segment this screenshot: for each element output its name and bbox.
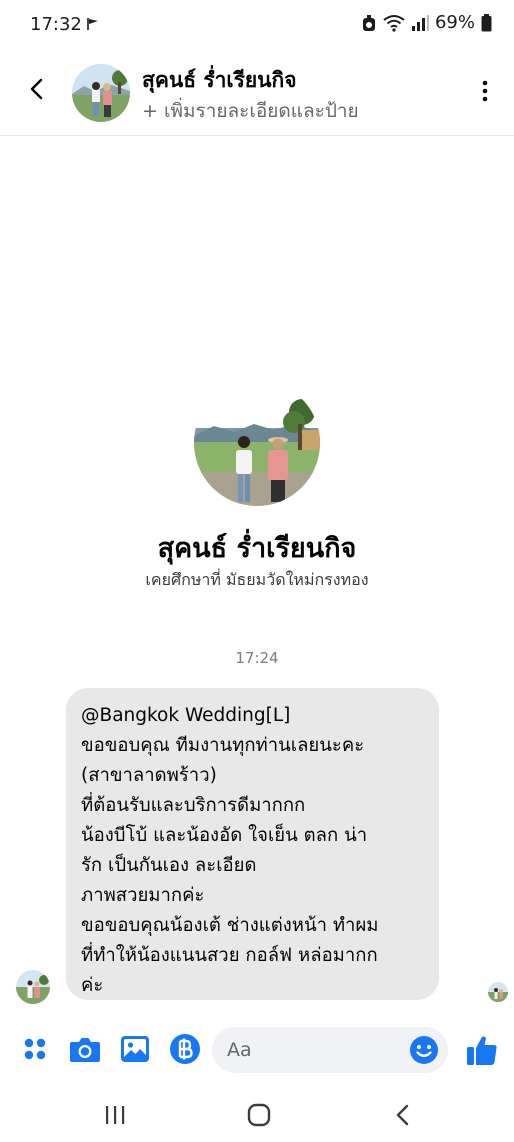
battery-icon: [481, 13, 492, 32]
like-button[interactable]: [462, 1030, 502, 1070]
wifi-icon: [383, 14, 405, 32]
header-avatar[interactable]: [72, 64, 130, 122]
message-bubble[interactable]: @Bangkok Wedding[L] ขอขอบคุณ ทีมงานทุกท่…: [66, 688, 439, 1000]
alarm-icon: [361, 14, 377, 32]
message-line: ที่ต้อนรับและบริการดีมากกก: [81, 795, 306, 816]
smiley-icon: [410, 1036, 438, 1064]
profile-name: สุคนธ์ ร่ำเรียนกิจ: [157, 533, 357, 564]
system-nav-bar: [0, 1082, 514, 1142]
baht-coin-icon: [170, 1034, 200, 1064]
more-vertical-icon: [482, 80, 488, 102]
message-line: ขอขอบคุณ ทีมงานทุกท่านเลยนะคะ: [81, 735, 365, 756]
more-actions-button[interactable]: [18, 1032, 52, 1066]
gallery-button[interactable]: [118, 1032, 152, 1066]
seen-indicator-avatar: [488, 982, 508, 1002]
more-options-button[interactable]: [472, 76, 498, 106]
image-icon: [121, 1036, 149, 1062]
message-line: (สาขาลาดพร้าว): [81, 765, 217, 786]
message-line: รัก เป็นกันเอง ละเอียด: [81, 855, 257, 876]
emoji-button[interactable]: [408, 1034, 440, 1066]
message-input[interactable]: Aa: [212, 1027, 448, 1073]
status-bar: 17:32 69%: [0, 0, 514, 52]
message-composer: Aa: [0, 1020, 514, 1080]
chat-header: สุคนธ์ ร่ำเรียนกิจ + เพิ่มรายละเอียดและป…: [0, 52, 514, 136]
message-timestamp: 17:24: [235, 649, 279, 667]
home-icon: [247, 1103, 271, 1127]
payment-button[interactable]: [168, 1032, 202, 1066]
message-line: น้องบีโบ้ และน้องอัด ใจเย็น ตลก น่า: [81, 825, 368, 846]
camera-icon: [70, 1038, 100, 1062]
chevron-left-icon: [30, 78, 43, 100]
back-button[interactable]: [22, 74, 52, 104]
message-line: ภาพสวยมากค่ะ: [81, 885, 205, 906]
sender-avatar[interactable]: [16, 970, 50, 1004]
flag-icon: [86, 16, 100, 30]
message-line: ขอขอบคุณน้องเต้ ช่างแต่งหน้า ทำผม: [81, 915, 379, 936]
back-icon: [396, 1104, 409, 1126]
recent-apps-button[interactable]: [100, 1100, 130, 1130]
message-line: ค่ะ: [81, 975, 104, 996]
profile-education: เคยศึกษาที่ มัธยมวัดใหม่กรงทอง: [145, 570, 369, 589]
battery-percent: 69%: [434, 12, 475, 33]
profile-avatar[interactable]: [194, 380, 320, 506]
recent-apps-icon: [106, 1106, 125, 1124]
camera-button[interactable]: [68, 1032, 102, 1066]
signal-icon: [411, 14, 429, 31]
home-button[interactable]: [244, 1100, 274, 1130]
thumbs-up-icon: [467, 1036, 497, 1065]
grid-dots-icon: [24, 1038, 46, 1060]
status-time: 17:32: [30, 14, 82, 35]
system-back-button[interactable]: [388, 1100, 418, 1130]
message-line: ที่ทำให้น้องแนนสวย กอล์ฟ หล่อมากก: [81, 945, 378, 966]
message-input-placeholder: Aa: [227, 1039, 252, 1061]
header-contact-name[interactable]: สุคนธ์ ร่ำเรียนกิจ: [142, 64, 297, 97]
add-details-link[interactable]: + เพิ่มรายละเอียดและป้าย: [142, 96, 359, 126]
message-line: @Bangkok Wedding[L]: [81, 705, 291, 726]
